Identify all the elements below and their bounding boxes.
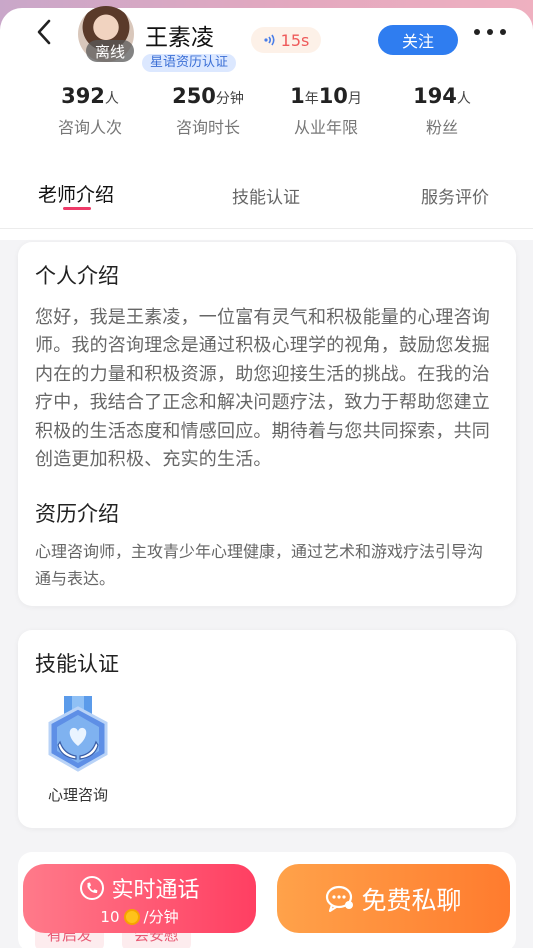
realtime-call-button[interactable]: 实时通话 10 /分钟: [23, 864, 256, 933]
call-price: 10 /分钟: [23, 906, 256, 927]
stat-label: 粉丝: [425, 118, 458, 137]
voice-duration: 15s: [280, 30, 310, 50]
intro-card: 个人介绍 您好，我是王素凌，一位富有灵气和积极能量的心理咨询师。我的咨询理念是通…: [18, 242, 516, 606]
stat-value: 194: [413, 84, 457, 108]
stat-consult-duration: 250分钟 咨询时长: [148, 84, 268, 138]
call-label: 实时通话: [111, 878, 200, 903]
status-badge: 离线: [86, 40, 134, 62]
stat-value-years: 1: [290, 84, 305, 108]
tab-bar: 老师介绍 技能认证 服务评价: [0, 178, 533, 218]
intro-title: 个人介绍: [35, 264, 119, 288]
intro-text: 您好，我是王素凌，一位富有灵气和积极能量的心理咨询师。我的咨询理念是通过积极心理…: [35, 307, 490, 471]
chat-label: 免费私聊: [361, 885, 462, 915]
call-price-value: 10: [100, 907, 120, 926]
tab-service-review[interactable]: 服务评价: [421, 183, 489, 208]
stat-unit: 人: [456, 91, 471, 107]
stat-consult-count: 392人 咨询人次: [30, 84, 150, 138]
profile-header: 离线 王素凌 星语资历认证 15s 关注: [0, 0, 533, 72]
stat-unit-months: 月: [347, 91, 362, 107]
tab-divider: [0, 228, 533, 229]
stat-label: 咨询人次: [57, 118, 122, 137]
stat-value: 392: [61, 84, 105, 108]
stat-label: 咨询时长: [175, 118, 240, 137]
more-button[interactable]: [472, 22, 508, 42]
resume-title: 资历介绍: [35, 502, 119, 527]
chevron-left-icon: [37, 19, 51, 45]
stat-value-months: 10: [318, 84, 348, 108]
follow-button[interactable]: 关注: [378, 25, 458, 55]
stat-label: 从业年限: [293, 118, 358, 137]
free-chat-button[interactable]: 免费私聊: [277, 864, 510, 933]
back-button[interactable]: [30, 16, 58, 48]
coin-icon: [123, 908, 140, 925]
tab-skill-cert[interactable]: 技能认证: [232, 183, 300, 208]
stat-unit: 分钟: [215, 91, 244, 107]
stat-fans: 194人 粉丝: [382, 84, 502, 138]
skill-item-psych-consult[interactable]: 心理咨询: [38, 696, 118, 805]
tab-teacher-intro[interactable]: 老师介绍: [38, 180, 114, 207]
stat-unit: 人: [104, 91, 119, 107]
skill-title: 技能认证: [35, 652, 119, 676]
heart-hands-medal-icon: [48, 696, 108, 772]
skill-card: 技能认证 心理咨询: [18, 630, 516, 828]
call-title: 实时通话: [23, 872, 256, 904]
stat-value: 250: [172, 84, 216, 108]
chat-bubble-icon: [326, 885, 354, 912]
more-dots-icon: [474, 29, 506, 35]
resume-text: 心理咨询师，主攻青少年心理健康，通过艺术和游戏疗法引导沟通与表达。: [35, 542, 484, 589]
skill-label: 心理咨询: [47, 786, 108, 804]
call-price-unit: /分钟: [143, 908, 179, 926]
stat-unit-years: 年: [304, 91, 319, 107]
stat-experience: 1年10月 从业年限: [266, 84, 386, 138]
certification-tag: 星语资历认证: [142, 54, 237, 72]
stats-row: 392人 咨询人次 250分钟 咨询时长 1年10月 从业年限 194人 粉丝: [0, 84, 533, 144]
sound-wave-icon: [264, 34, 275, 46]
voice-intro-button[interactable]: 15s: [251, 27, 321, 53]
teacher-name: 王素凌: [145, 25, 214, 51]
phone-icon: [80, 876, 105, 900]
tab-active-indicator: [63, 207, 91, 210]
